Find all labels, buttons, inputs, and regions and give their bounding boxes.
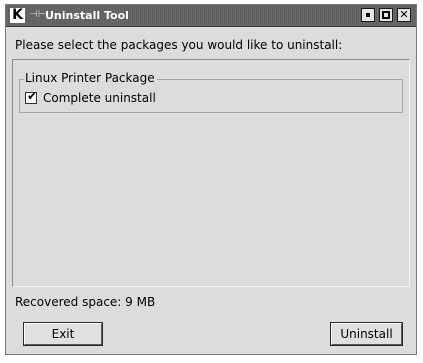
exit-button[interactable]: Exit	[23, 322, 103, 346]
close-button[interactable]: ✕	[397, 8, 411, 22]
checkmark-icon: ✔	[27, 89, 38, 103]
kde-app-icon[interactable]: K	[10, 8, 25, 23]
title-bar[interactable]: K ⊣⊢ Uninstall Tool ✕	[6, 5, 416, 27]
package-name: Linux Printer Package	[24, 71, 157, 85]
pin-icon[interactable]: ⊣⊢	[29, 9, 46, 20]
window-title: Uninstall Tool	[45, 9, 129, 22]
maximize-icon	[382, 11, 390, 19]
complete-uninstall-label[interactable]: Complete uninstall	[43, 91, 156, 105]
instruction-text: Please select the packages you would lik…	[15, 38, 343, 52]
package-group: Linux Printer Package ✔ Complete uninsta…	[19, 71, 403, 113]
close-icon: ✕	[399, 8, 409, 21]
uninstall-button[interactable]: Uninstall	[330, 322, 403, 346]
uninstall-tool-window: K ⊣⊢ Uninstall Tool ✕ Please select the …	[5, 4, 417, 355]
minimize-button[interactable]	[361, 8, 375, 22]
package-list: Linux Printer Package ✔ Complete uninsta…	[12, 59, 410, 287]
complete-uninstall-checkbox[interactable]: ✔	[25, 89, 38, 104]
minimize-icon	[366, 13, 370, 17]
maximize-button[interactable]	[379, 8, 393, 22]
recovered-space-text: Recovered space: 9 MB	[15, 295, 156, 309]
